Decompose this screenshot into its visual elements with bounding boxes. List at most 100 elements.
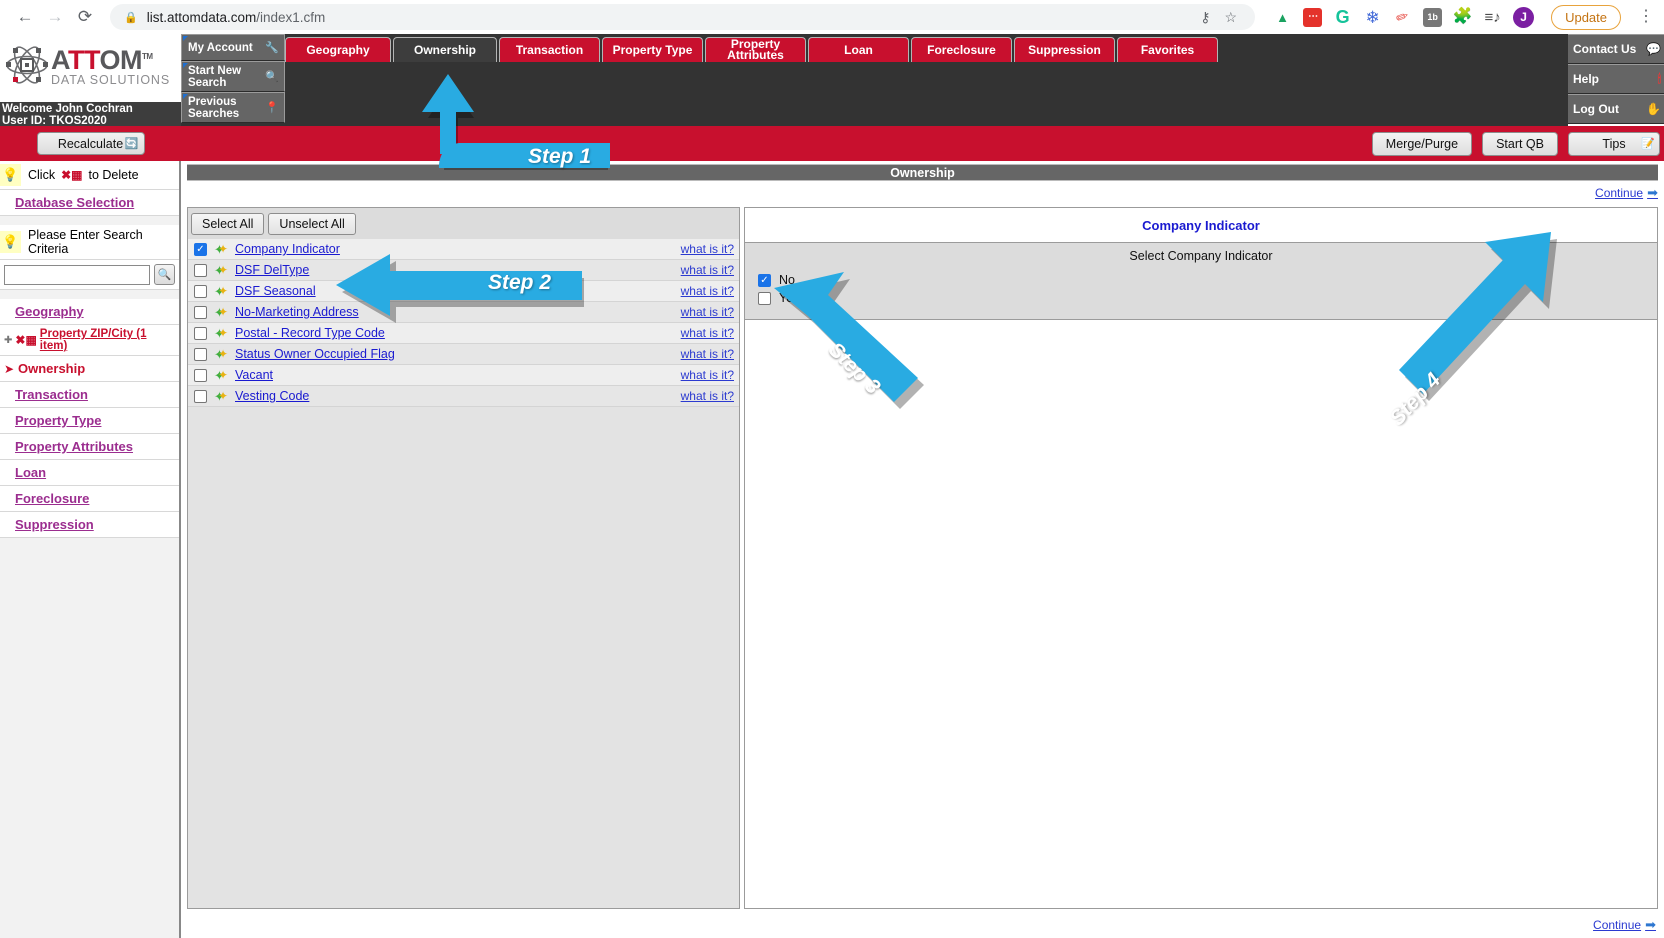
menu-previous-searches[interactable]: Previous Searches 📍: [181, 92, 285, 123]
log-out-button[interactable]: Log Out ✋: [1568, 94, 1664, 124]
favorite-star-icon[interactable]: ✦ ✦: [214, 347, 229, 362]
option-checkbox-yes[interactable]: [758, 291, 771, 305]
continue-link-top[interactable]: Continue ➡: [1595, 185, 1658, 201]
playlist-icon[interactable]: ≡♪: [1483, 8, 1502, 27]
option-row-yes[interactable]: Yes: [745, 289, 1657, 307]
sidebar-item-suppression[interactable]: Suppression: [0, 512, 179, 538]
tab-property-attributes[interactable]: Property Attributes: [705, 37, 806, 62]
contact-us-button[interactable]: Contact Us 💬: [1568, 34, 1664, 64]
search-icon[interactable]: 🔍: [154, 264, 175, 285]
list-item[interactable]: ✦ ✦ Vacant what is it?: [188, 365, 739, 386]
tab-geography[interactable]: Geography: [285, 37, 391, 62]
sidebar-item-loan[interactable]: Loan: [0, 460, 179, 486]
unselect-all-button[interactable]: Unselect All: [268, 213, 356, 235]
what-is-it-link[interactable]: what is it?: [681, 347, 734, 361]
criteria-checkbox[interactable]: [194, 389, 207, 403]
criteria-checkbox[interactable]: [194, 305, 207, 319]
sidebar-item-database-selection[interactable]: Database Selection: [0, 190, 179, 216]
red-dots-icon[interactable]: ⋯: [1303, 7, 1323, 27]
list-item[interactable]: ✦ ✦ Postal - Record Type Code what is it?: [188, 323, 739, 344]
criteria-label[interactable]: Vesting Code: [235, 389, 309, 403]
criteria-label[interactable]: DSF Seasonal: [235, 284, 316, 298]
criteria-checkbox[interactable]: [194, 326, 207, 340]
what-is-it-link[interactable]: what is it?: [681, 305, 734, 319]
criteria-label[interactable]: Status Owner Occupied Flag: [235, 347, 395, 361]
what-is-it-link[interactable]: what is it?: [681, 368, 734, 382]
sidebar-subitem-property-zip-city[interactable]: ✚ ✖▦ Property ZIP/City (1 item): [0, 325, 179, 356]
favorite-star-icon[interactable]: ✦ ✦: [214, 305, 229, 320]
favorite-star-icon[interactable]: ✦ ✦: [214, 368, 229, 383]
menu-my-account[interactable]: My Account 🔧: [181, 34, 285, 61]
favorite-star-icon[interactable]: ✦ ✦: [214, 263, 229, 278]
tab-property-type[interactable]: Property Type: [602, 37, 703, 62]
tips-button[interactable]: Tips 📝: [1568, 131, 1660, 156]
snowflake-icon[interactable]: ❄: [1363, 8, 1382, 27]
what-is-it-link[interactable]: what is it?: [681, 263, 734, 277]
criteria-label[interactable]: No-Marketing Address: [235, 305, 359, 319]
criteria-checkbox[interactable]: [194, 284, 207, 298]
criteria-label[interactable]: Postal - Record Type Code: [235, 326, 385, 340]
reload-icon[interactable]: ⟳: [70, 2, 100, 32]
star-icon[interactable]: ☆: [1225, 9, 1238, 26]
forward-arrow-icon[interactable]: →: [40, 2, 70, 32]
select-all-button[interactable]: Select All: [191, 213, 265, 235]
list-item[interactable]: ✦ ✦ DSF DelType what is it?: [188, 260, 739, 281]
key-icon[interactable]: ⚷: [1200, 9, 1210, 26]
list-item[interactable]: ✦ ✦ DSF Seasonal what is it?: [188, 281, 739, 302]
recalculate-button[interactable]: Recalculate 🔄: [36, 132, 145, 155]
avatar[interactable]: J: [1513, 6, 1535, 28]
merge-purge-button[interactable]: Merge/Purge: [1371, 131, 1473, 156]
what-is-it-link[interactable]: what is it?: [681, 326, 734, 340]
favorite-star-icon[interactable]: ✦ ✦: [214, 326, 229, 341]
drive-icon[interactable]: ▲: [1273, 8, 1292, 27]
criteria-label[interactable]: Company Indicator: [235, 242, 340, 256]
puzzle-icon[interactable]: 🧩: [1453, 8, 1473, 27]
what-is-it-link[interactable]: what is it?: [681, 389, 734, 403]
sidebar-item-foreclosure[interactable]: Foreclosure: [0, 486, 179, 512]
expand-icon[interactable]: ✚: [4, 335, 12, 346]
tab-favorites[interactable]: Favorites: [1117, 37, 1218, 62]
delete-x-icon[interactable]: ✖▦: [15, 333, 36, 347]
tab-foreclosure[interactable]: Foreclosure: [911, 37, 1012, 62]
option-checkbox-no[interactable]: ✓: [758, 273, 771, 287]
sidebar-item-property-attributes[interactable]: Property Attributes: [0, 434, 179, 460]
what-is-it-link[interactable]: what is it?: [681, 284, 734, 298]
search-prompt: 💡 Please Enter Search Criteria: [0, 225, 179, 260]
criteria-checkbox[interactable]: [194, 263, 207, 277]
update-button[interactable]: Update: [1551, 4, 1621, 30]
criteria-checkbox[interactable]: [194, 368, 207, 382]
address-bar[interactable]: 🔒 list.attomdata.com/index1.cfm ⚷ ☆: [110, 4, 1256, 30]
option-row-no[interactable]: ✓ No: [745, 271, 1657, 289]
sidebar-item-ownership[interactable]: ➤ Ownership: [0, 356, 179, 382]
help-button[interactable]: Help 🕯: [1568, 64, 1664, 94]
favorite-star-icon[interactable]: ✦ ✦: [214, 284, 229, 299]
menu-start-new-search[interactable]: Start New Search 🔍: [181, 61, 285, 92]
continue-link-bottom[interactable]: Continue ➡: [1593, 917, 1656, 933]
tab-suppression[interactable]: Suppression: [1014, 37, 1115, 62]
back-arrow-icon[interactable]: ←: [10, 2, 40, 32]
list-item[interactable]: ✦ ✦ No-Marketing Address what is it?: [188, 302, 739, 323]
criteria-checkbox[interactable]: [194, 347, 207, 361]
tab-transaction[interactable]: Transaction: [499, 37, 600, 62]
criteria-label[interactable]: Vacant: [235, 368, 273, 382]
1b-icon[interactable]: 1b: [1423, 7, 1443, 27]
sidebar-item-property-type[interactable]: Property Type: [0, 408, 179, 434]
pen-icon[interactable]: ✏: [1390, 5, 1414, 29]
corner-flag-icon: [183, 63, 188, 68]
search-input[interactable]: [4, 264, 150, 285]
grammarly-icon[interactable]: G: [1333, 8, 1352, 27]
list-item[interactable]: ✓ ✦ ✦ Company Indicator what is it?: [188, 239, 739, 260]
what-is-it-link[interactable]: what is it?: [681, 242, 734, 256]
criteria-label[interactable]: DSF DelType: [235, 263, 309, 277]
tab-loan[interactable]: Loan: [808, 37, 909, 62]
sidebar-item-transaction[interactable]: Transaction: [0, 382, 179, 408]
tab-ownership[interactable]: Ownership: [393, 37, 497, 62]
sidebar-item-geography[interactable]: Geography: [0, 299, 179, 325]
kebab-menu-icon[interactable]: ⋮: [1638, 9, 1654, 25]
list-item[interactable]: ✦ ✦ Vesting Code what is it?: [188, 386, 739, 407]
favorite-star-icon[interactable]: ✦ ✦: [214, 389, 229, 404]
list-item[interactable]: ✦ ✦ Status Owner Occupied Flag what is it…: [188, 344, 739, 365]
start-qb-button[interactable]: Start QB: [1482, 131, 1558, 156]
favorite-star-icon[interactable]: ✦ ✦: [214, 242, 229, 257]
criteria-checkbox[interactable]: ✓: [194, 242, 207, 256]
